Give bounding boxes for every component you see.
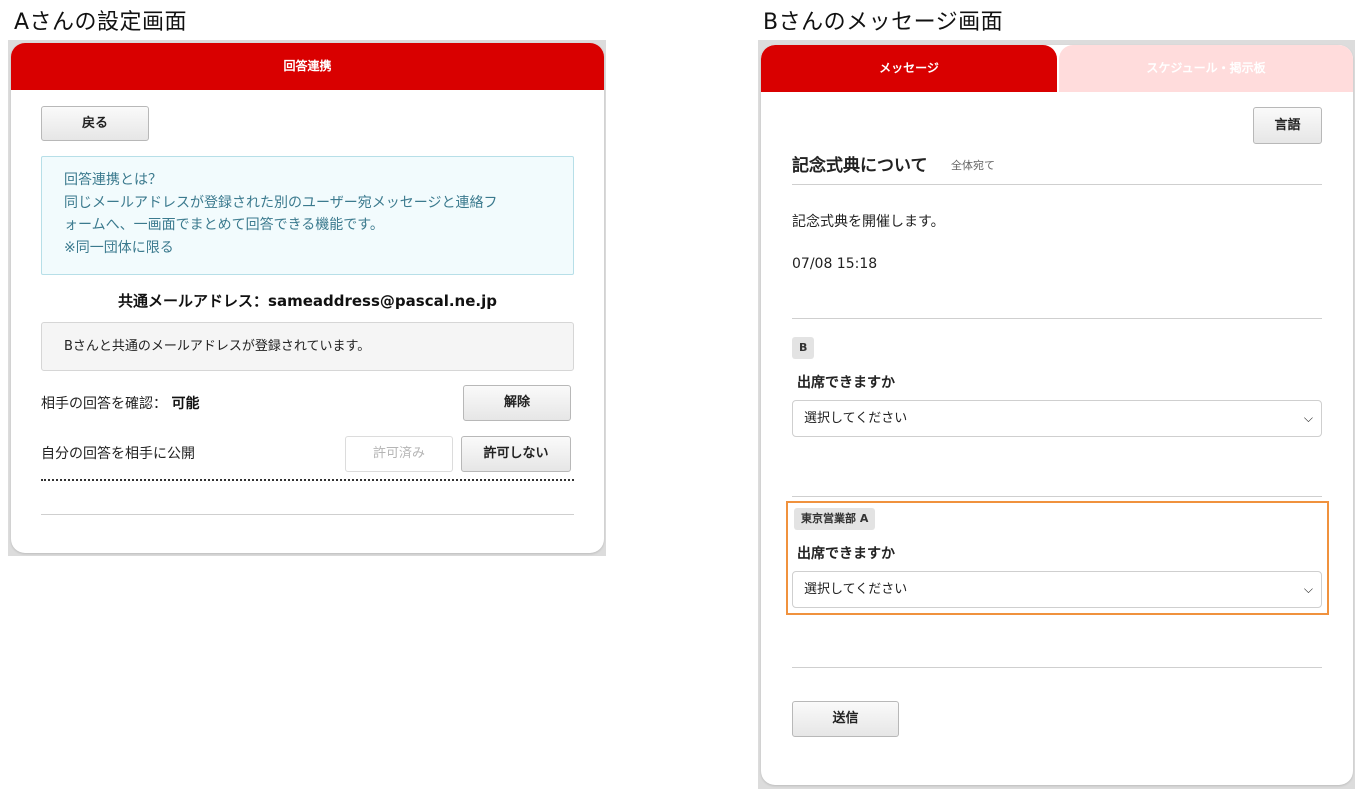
question-label: 出席できますか: [797, 546, 895, 562]
dotted-divider: [41, 479, 574, 481]
audience-label: 全体宛て: [951, 159, 995, 172]
confirm-value: 可能: [171, 396, 200, 412]
settings-card: 回答連携 戻る 回答連携とは？ 同じメールアドレスが登録された別のユーザー宛メッ…: [11, 43, 604, 553]
common-email-value: sameaddress@pascal.ne.jp: [268, 292, 497, 310]
permitted-button[interactable]: 許可済み: [345, 436, 453, 472]
right-caption: Bさんのメッセージ画面: [763, 10, 1004, 35]
info-line: ォームへ、一画面でまとめて回答できる機能です。: [64, 217, 384, 233]
info-line: 同じメールアドレスが登録された別のユーザー宛メッセージと連絡フ: [64, 194, 498, 211]
unlink-button[interactable]: 解除: [463, 385, 571, 421]
divider: [41, 514, 574, 515]
message-date: 07/08 15:18: [792, 256, 878, 272]
common-email: 共通メールアドレス：sameaddress@pascal.ne.jp: [11, 290, 604, 311]
attendance-select[interactable]: 選択してください ⌵: [792, 571, 1322, 608]
info-box: 回答連携とは？ 同じメールアドレスが登録された別のユーザー宛メッセージと連絡フ …: [41, 156, 574, 275]
message-title: 記念式典について: [792, 156, 928, 176]
settings-header: 回答連携: [11, 43, 604, 90]
back-button[interactable]: 戻る: [41, 106, 149, 141]
confirm-label: 相手の回答を確認：: [41, 396, 167, 412]
deny-button[interactable]: 許可しない: [461, 436, 571, 472]
shared-email-notice: Bさんと共通のメールアドレスが登録されています。: [41, 322, 574, 371]
select-value: 選択してください: [804, 582, 908, 597]
message-card: メッセージ スケジュール・掲示板 言語 記念式典について 全体宛て 記念式典を開…: [761, 45, 1353, 785]
recipient-tag: 東京営業部 A: [794, 508, 876, 530]
chevron-down-icon: ⌵: [1303, 411, 1313, 425]
divider: [792, 667, 1322, 668]
left-caption: Aさんの設定画面: [14, 10, 188, 35]
info-line: 回答連携とは？: [64, 172, 162, 188]
recipient-tag: B: [792, 337, 815, 359]
send-button[interactable]: 送信: [792, 701, 899, 737]
publish-label: 自分の回答を相手に公開: [41, 446, 195, 462]
confirm-row: 相手の回答を確認： 可能: [41, 393, 199, 413]
divider: [792, 184, 1322, 185]
tab-schedule-board[interactable]: スケジュール・掲示板: [1059, 45, 1353, 92]
common-email-label: 共通メールアドレス：: [118, 292, 269, 310]
language-button[interactable]: 言語: [1253, 107, 1322, 144]
chevron-down-icon: ⌵: [1303, 582, 1313, 596]
message-body: 記念式典を開催します。: [792, 214, 945, 230]
select-value: 選択してください: [804, 411, 908, 426]
question-label: 出席できますか: [797, 375, 895, 391]
divider: [792, 318, 1322, 319]
divider: [792, 496, 1322, 497]
tab-message[interactable]: メッセージ: [761, 45, 1057, 92]
info-line: ※同一団体に限る: [64, 239, 174, 256]
attendance-select[interactable]: 選択してください ⌵: [792, 400, 1322, 437]
